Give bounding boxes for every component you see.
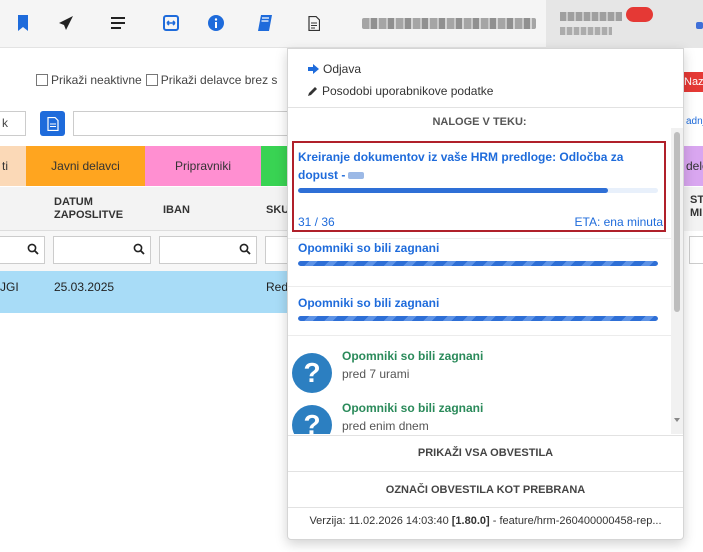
category-tab-pripravniki[interactable]: Pripravniki xyxy=(145,146,261,186)
user-dropdown-panel: Odjava Posodobi uporabnikove podatke NAL… xyxy=(287,48,684,540)
row-cell-name: JGI xyxy=(0,280,19,294)
user-role-redacted xyxy=(560,27,612,35)
pencil-icon xyxy=(308,87,317,96)
show-no-employee-checkbox[interactable] xyxy=(145,74,158,86)
version-branch: - feature/hrm-260400000458-rep... xyxy=(492,515,662,527)
table-row[interactable] xyxy=(0,271,290,313)
update-user-label: Posodobi uporabnikove podatke xyxy=(322,84,494,98)
document-icon xyxy=(46,116,59,131)
version-number: [1.80.0] xyxy=(451,515,490,527)
notification-title: Opomniki so bili zagnani xyxy=(342,401,484,415)
scrollbar[interactable] xyxy=(671,128,683,434)
mark-read-button[interactable]: OZNAČI OBVESTILA KOT PREBRANA xyxy=(288,472,683,508)
row-cell-date: 25.03.2025 xyxy=(54,280,115,294)
notification-title: Opomniki so bili zagnani xyxy=(342,349,484,363)
info-icon[interactable] xyxy=(205,12,227,34)
document-icon[interactable] xyxy=(303,12,325,34)
notification-item[interactable]: ? Opomniki so bili zagnani pred 7 urami xyxy=(292,347,662,399)
grid-header: DATUM ZAPOSLITVE IBAN SKU xyxy=(0,187,290,231)
logout-label: Odjava xyxy=(323,62,362,76)
show-all-notifications-button[interactable]: PRIKAŽI VSA OBVESTILA xyxy=(288,435,683,471)
category-tab-3[interactable] xyxy=(261,146,290,186)
notification-time: pred enim dnem xyxy=(342,419,429,433)
scroll-down-icon[interactable] xyxy=(674,418,680,422)
task-item-reminders-1[interactable]: Opomniki so bili zagnani xyxy=(298,239,663,266)
filter-bar: Prikaži neaktivne Prikaži delavce brez s xyxy=(36,73,277,87)
column-header-iban[interactable]: IBAN xyxy=(163,204,190,217)
bookmark-icon[interactable] xyxy=(12,12,34,34)
task-title: Opomniki so bili zagnani xyxy=(298,296,440,310)
notification-time: pred 7 urami xyxy=(342,367,410,381)
task-title: Kreiranje dokumentov iz vaše HRM predlog… xyxy=(298,150,624,182)
category-tab-javni-delavci[interactable]: Javni delavci xyxy=(26,146,145,186)
category-tab-0[interactable]: ti xyxy=(0,146,26,186)
search-icon[interactable] xyxy=(27,243,39,255)
task-progress-bar xyxy=(298,261,658,266)
scrollbar-thumb[interactable] xyxy=(674,132,680,312)
filter-input-iban[interactable] xyxy=(159,236,257,264)
company-name-redacted xyxy=(362,18,536,29)
search-input[interactable] xyxy=(73,111,293,136)
version-prefix: Verzija: 11.02.2026 14:03:40 xyxy=(309,515,449,527)
top-toolbar xyxy=(0,0,703,48)
notification-item[interactable]: ? Opomniki so bili zagnani pred enim dne… xyxy=(292,399,662,434)
left-input[interactable]: k xyxy=(0,111,26,136)
show-inactive-label: Prikaži neaktivne xyxy=(51,73,142,87)
user-name-redacted xyxy=(560,12,622,21)
filter-input-0[interactable] xyxy=(0,236,45,264)
task-progress-text: 31 / 36 xyxy=(298,215,335,229)
task-title: Opomniki so bili zagnani xyxy=(298,241,440,255)
back-button[interactable]: Nazaj xyxy=(684,72,703,92)
filter-input-right[interactable] xyxy=(689,236,703,264)
column-header-sku[interactable]: SKU xyxy=(266,204,289,217)
divider xyxy=(288,335,671,336)
right-link[interactable]: adnja xyxy=(686,116,703,127)
export-document-button[interactable] xyxy=(40,111,65,136)
logout-icon xyxy=(308,64,319,74)
show-inactive-checkbox[interactable] xyxy=(36,74,48,86)
divider xyxy=(288,286,671,287)
task-item-reminders-2[interactable]: Opomniki so bili zagnani xyxy=(298,294,663,321)
tasks-scroll-area[interactable]: Kreiranje dokumentov iz vaše HRM predlog… xyxy=(288,128,683,434)
question-icon: ? xyxy=(292,353,332,393)
task-progress-bar xyxy=(298,188,658,193)
filter-input-datum[interactable] xyxy=(53,236,151,264)
column-header-right[interactable]: ST MI xyxy=(684,187,703,231)
category-tab-right[interactable]: delc xyxy=(684,146,703,186)
tasks-section-title: NALOGE V TEKU: xyxy=(432,116,527,128)
divider xyxy=(288,107,683,108)
version-info: Verzija: 11.02.2026 14:03:40 [1.80.0] - … xyxy=(288,515,683,527)
flag-icon xyxy=(696,22,703,29)
user-menu-button[interactable] xyxy=(546,0,703,48)
search-icon[interactable] xyxy=(133,243,145,255)
search-icon[interactable] xyxy=(239,243,251,255)
show-no-employee-label: Prikaži delavce brez s xyxy=(160,73,278,87)
task-progress-bar xyxy=(298,316,658,321)
update-user-link[interactable]: Posodobi uporabnikove podatke xyxy=(308,84,493,98)
send-icon[interactable] xyxy=(55,12,77,34)
question-icon: ? xyxy=(292,405,332,434)
list-icon[interactable] xyxy=(107,12,129,34)
redacted-text xyxy=(348,172,365,180)
task-eta: ETA: ena minuta xyxy=(574,215,664,229)
row-cell-sku: Red xyxy=(266,280,289,294)
expand-icon[interactable] xyxy=(160,12,182,34)
column-header-datum-zaposlitve[interactable]: DATUM ZAPOSLITVE xyxy=(54,196,144,222)
book-icon[interactable] xyxy=(254,12,276,34)
notification-badge xyxy=(626,7,653,22)
logout-link[interactable]: Odjava xyxy=(308,62,361,76)
divider xyxy=(288,507,683,508)
task-item-documents[interactable]: Kreiranje dokumentov iz vaše HRM predlog… xyxy=(298,148,663,229)
